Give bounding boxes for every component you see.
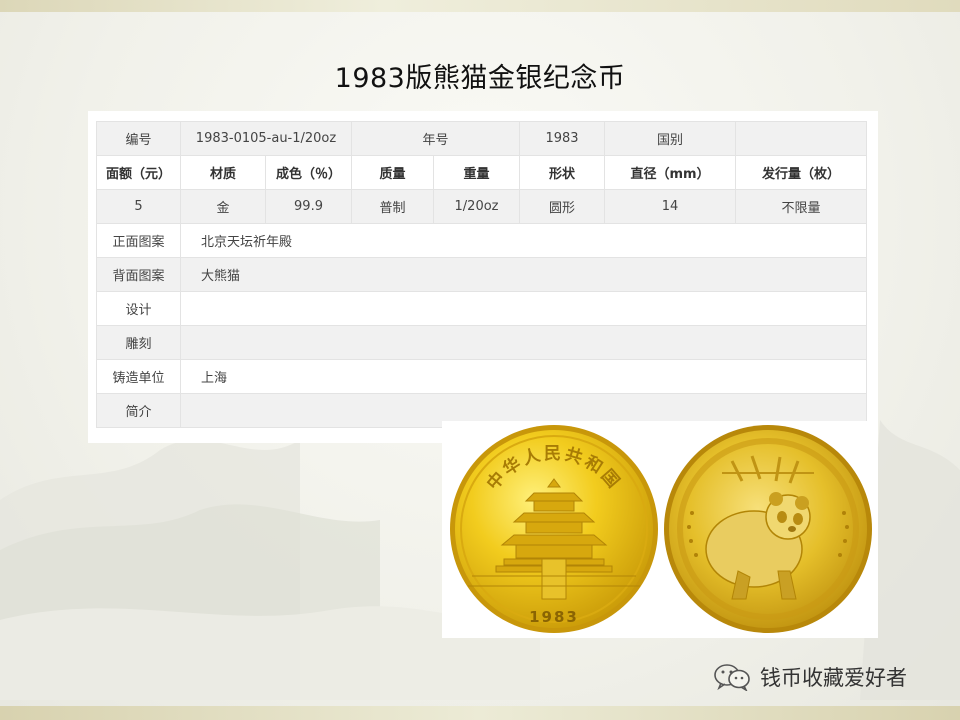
table-row: 正面图案 北京天坛祈年殿 — [96, 223, 868, 258]
header-cell: 材质 — [180, 155, 266, 190]
value-serial: 1983-0105-au-1/20oz — [179, 121, 353, 156]
detail-label: 正面图案 — [96, 223, 181, 258]
header-cell: 质量 — [351, 155, 435, 190]
detail-value — [179, 291, 868, 326]
coin-image-panel: 中华人民共和国 1983 — [442, 421, 878, 638]
value-cell: 14 — [604, 189, 737, 224]
bottom-decor-band — [0, 706, 960, 720]
label-serial: 编号 — [96, 121, 181, 156]
table-row: 铸造单位 上海 — [96, 359, 868, 394]
table-row: 编号 1983-0105-au-1/20oz 年号 1983 国别 — [96, 121, 868, 156]
table-header-row: 面额（元） 材质 成色（％） 质量 重量 形状 直径（mm） 发行量（枚） — [96, 155, 868, 190]
header-cell: 发行量（枚） — [735, 155, 868, 190]
header-cell: 重量 — [433, 155, 521, 190]
header-cell: 直径（mm） — [604, 155, 737, 190]
obverse-year: 1983 — [529, 608, 579, 626]
coin-reverse — [664, 425, 872, 633]
detail-value: 大熊猫 — [179, 257, 868, 292]
top-decor-band — [0, 0, 960, 12]
value-country — [735, 121, 868, 156]
header-cell: 形状 — [519, 155, 606, 190]
value-cell: 圆形 — [519, 189, 606, 224]
detail-label: 设计 — [96, 291, 181, 326]
detail-label: 铸造单位 — [96, 359, 181, 394]
table-row: 设计 — [96, 291, 868, 326]
slide-title: 1983版熊猫金银纪念币 — [334, 63, 626, 94]
value-cell: 不限量 — [735, 189, 868, 224]
coin-obverse: 中华人民共和国 1983 — [450, 425, 658, 633]
header-cell: 成色（％） — [264, 155, 353, 190]
value-year: 1983 — [519, 121, 606, 156]
detail-value: 北京天坛祈年殿 — [179, 223, 868, 258]
value-cell: 1/20oz — [433, 189, 521, 224]
detail-label: 简介 — [96, 393, 181, 428]
detail-value: 上海 — [179, 359, 868, 394]
value-cell: 5 — [96, 189, 181, 224]
header-cell: 面额（元） — [96, 155, 181, 190]
value-cell: 金 — [180, 189, 266, 224]
watermark-text: 钱币收藏爱好者 — [760, 666, 907, 690]
wechat-watermark: 钱币收藏爱好者 — [712, 662, 907, 692]
detail-label: 雕刻 — [96, 325, 181, 360]
value-cell: 99.9 — [264, 189, 353, 224]
detail-label: 背面图案 — [96, 257, 181, 292]
detail-value — [179, 325, 868, 360]
table-row: 背面图案 大熊猫 — [96, 257, 868, 292]
coin-spec-table: 编号 1983-0105-au-1/20oz 年号 1983 国别 面额（元） … — [96, 121, 868, 428]
table-row: 5 金 99.9 普制 1/20oz 圆形 14 不限量 — [96, 189, 868, 224]
wechat-icon — [714, 664, 750, 691]
coin-images: 中华人民共和国 1983 — [450, 425, 872, 633]
label-country: 国别 — [604, 121, 737, 156]
table-row: 雕刻 — [96, 325, 868, 360]
spec-table-card: 编号 1983-0105-au-1/20oz 年号 1983 国别 面额（元） … — [88, 111, 878, 443]
label-year: 年号 — [351, 121, 521, 156]
value-cell: 普制 — [351, 189, 435, 224]
